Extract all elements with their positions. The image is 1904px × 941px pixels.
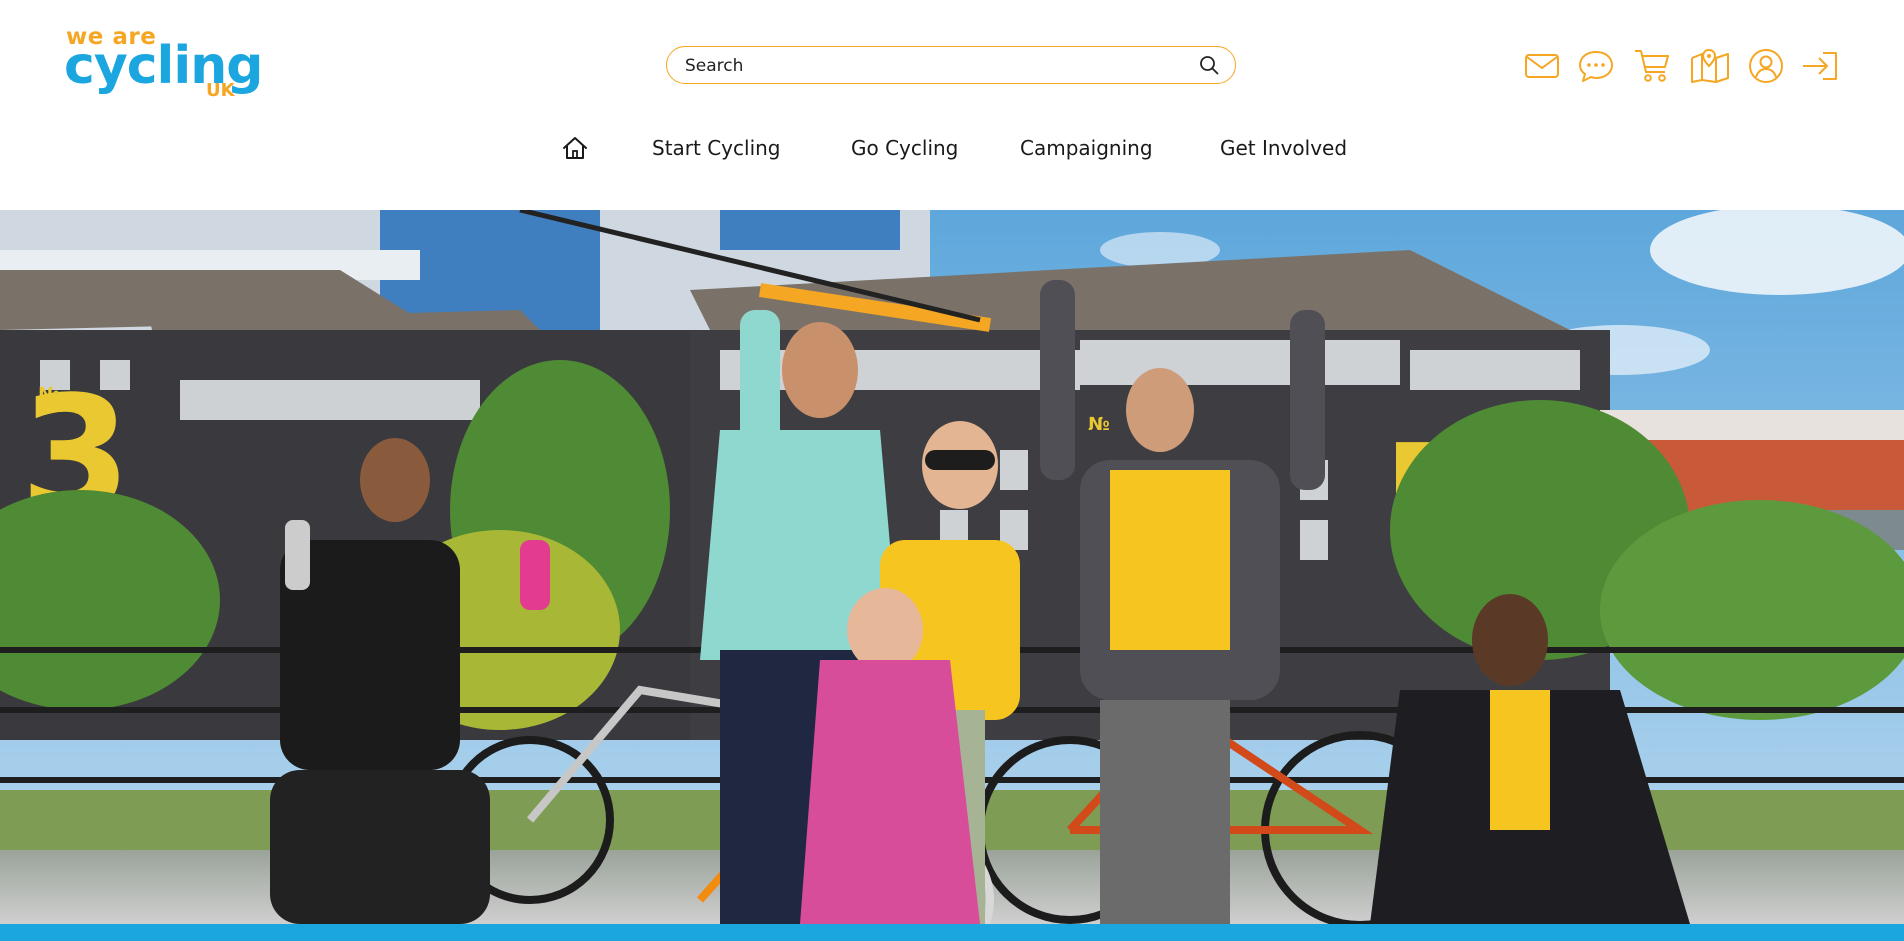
search-bar [666,46,1236,84]
hero-image: № 3 № BSA [0,210,1904,924]
nav-item-label: Campaigning [1020,136,1153,160]
logo-line-3: UK [206,80,235,101]
nav-item-get-involved[interactable]: Get Involved [1220,132,1347,164]
nav-item-go-cycling[interactable]: Go Cycling [851,132,958,164]
site-header: we are cycling UK Start Cycling Go Cycli… [0,0,1904,210]
user-icon[interactable] [1746,46,1786,86]
search-icon[interactable] [1199,55,1219,75]
mail-icon[interactable] [1522,46,1562,86]
hero-bottom-band [0,924,1904,941]
home-icon [562,136,588,160]
nav-item-label: Start Cycling [652,136,781,160]
chat-icon[interactable] [1576,46,1616,86]
nav-item-label: Go Cycling [851,136,959,160]
nav-item-campaigning[interactable]: Campaigning [1020,132,1153,164]
search-input[interactable] [683,47,1177,84]
nav-item-label: Get Involved [1220,136,1348,160]
site-logo[interactable]: we are cycling UK [64,22,266,102]
sign-prefix-right: № [1088,414,1110,435]
nav-item-start-cycling[interactable]: Start Cycling [652,132,781,164]
login-icon[interactable] [1800,46,1840,86]
nav-home[interactable] [560,132,590,164]
map-pin-icon[interactable] [1690,46,1730,86]
cart-icon[interactable] [1632,46,1672,86]
